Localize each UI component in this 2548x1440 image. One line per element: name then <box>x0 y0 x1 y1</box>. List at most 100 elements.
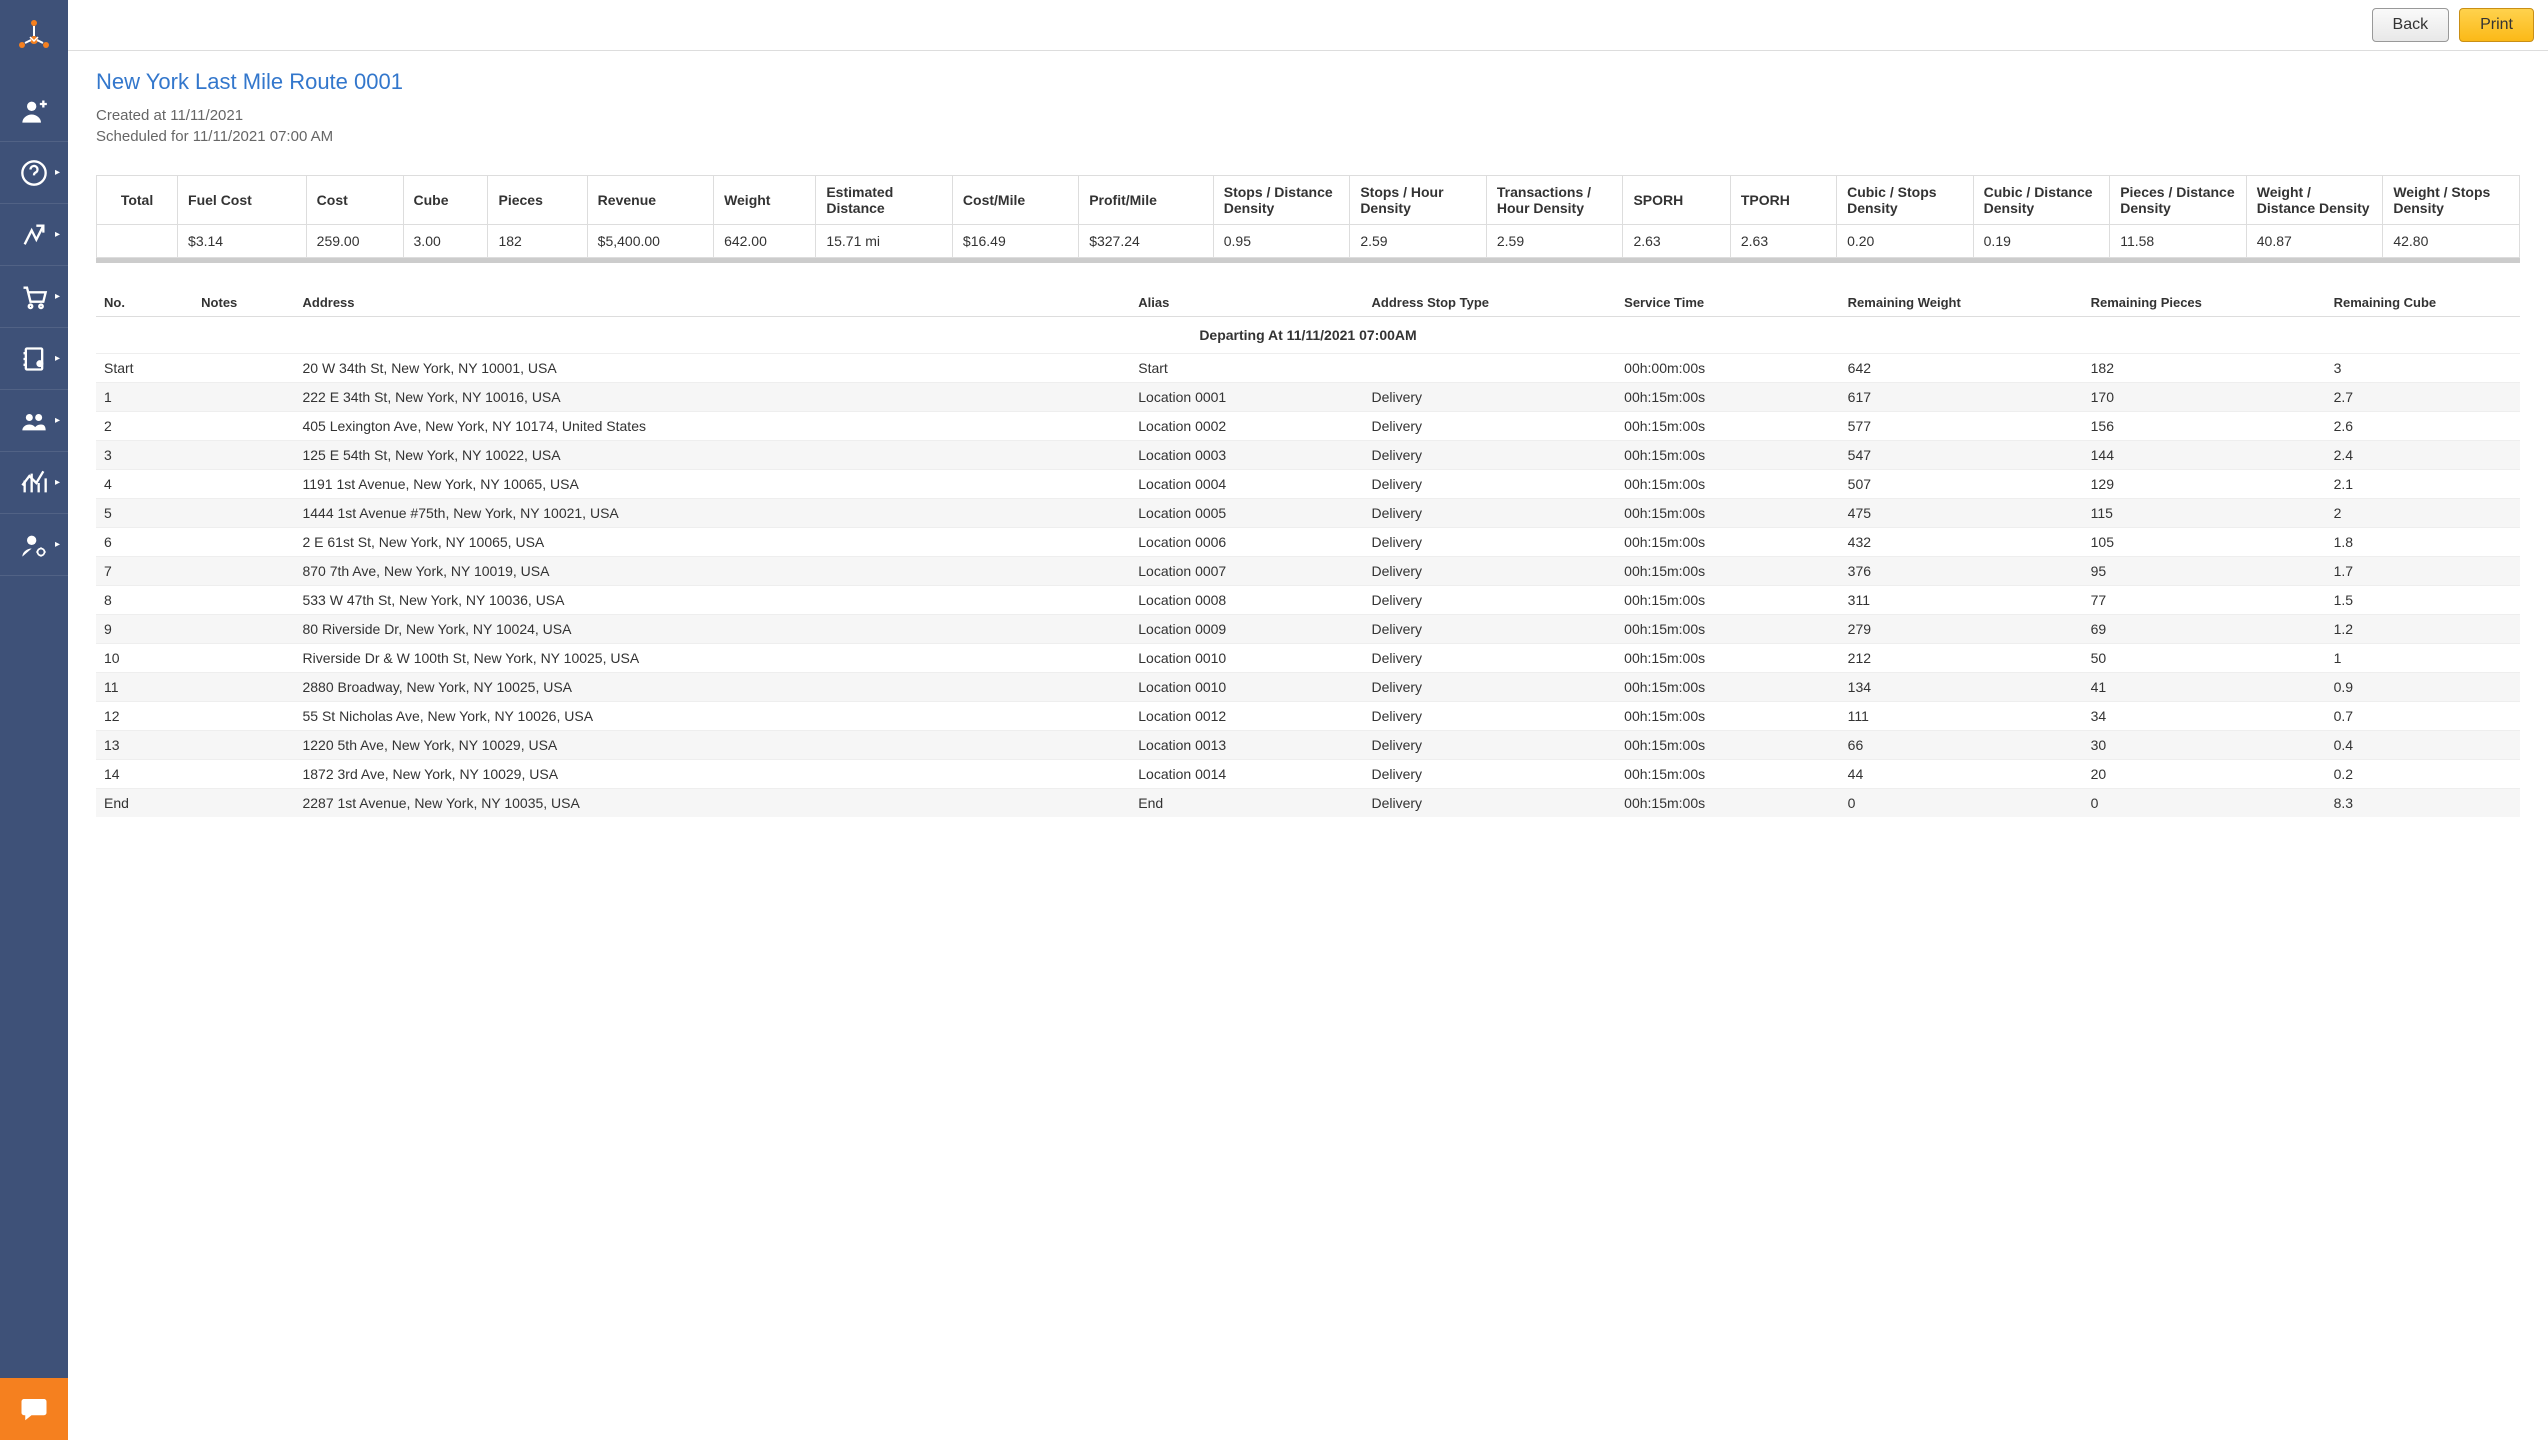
sidebar-item-addressbook[interactable]: ▸ <box>0 328 68 390</box>
table-cell: 279 <box>1840 615 2083 644</box>
table-cell: Riverside Dr & W 100th St, New York, NY … <box>294 644 1130 673</box>
sidebar-item-analytics[interactable]: ▸ <box>0 452 68 514</box>
summary-value: $5,400.00 <box>587 225 713 258</box>
add-user-icon <box>20 97 48 125</box>
table-cell: 0.7 <box>2326 702 2520 731</box>
stops-header: Service Time <box>1616 289 1840 317</box>
chevron-right-icon: ▸ <box>55 415 60 426</box>
table-cell: 00h:15m:00s <box>1616 789 1840 818</box>
app-logo <box>14 10 54 60</box>
summary-header: Stops / Distance Density <box>1213 176 1350 225</box>
summary-header: Revenue <box>587 176 713 225</box>
summary-value: $327.24 <box>1079 225 1214 258</box>
table-row[interactable]: 1222 E 34th St, New York, NY 10016, USAL… <box>96 383 2520 412</box>
table-cell: 30 <box>2083 731 2326 760</box>
table-cell: 182 <box>2083 354 2326 383</box>
table-row[interactable]: 8533 W 47th St, New York, NY 10036, USAL… <box>96 586 2520 615</box>
table-cell: 5 <box>96 499 193 528</box>
sidebar-item-routes[interactable]: ▸ <box>0 204 68 266</box>
table-cell <box>1363 354 1616 383</box>
table-cell <box>193 644 294 673</box>
sidebar-item-help[interactable]: ▸ <box>0 142 68 204</box>
table-cell: 12 <box>96 702 193 731</box>
chevron-right-icon: ▸ <box>55 291 60 302</box>
table-row[interactable]: 1255 St Nicholas Ave, New York, NY 10026… <box>96 702 2520 731</box>
table-cell: Delivery <box>1363 528 1616 557</box>
chevron-right-icon: ▸ <box>55 167 60 178</box>
table-cell: 577 <box>1840 412 2083 441</box>
table-cell: 0 <box>1840 789 2083 818</box>
table-row[interactable]: End2287 1st Avenue, New York, NY 10035, … <box>96 789 2520 818</box>
table-cell: 0.4 <box>2326 731 2520 760</box>
table-row[interactable]: 980 Riverside Dr, New York, NY 10024, US… <box>96 615 2520 644</box>
sidebar-item-orders[interactable]: ▸ <box>0 266 68 328</box>
table-cell: 00h:15m:00s <box>1616 441 1840 470</box>
table-cell <box>193 412 294 441</box>
table-row[interactable]: 10Riverside Dr & W 100th St, New York, N… <box>96 644 2520 673</box>
chat-icon <box>19 1394 49 1424</box>
table-cell <box>193 528 294 557</box>
table-cell <box>193 615 294 644</box>
table-cell: 00h:15m:00s <box>1616 586 1840 615</box>
table-cell: 00h:15m:00s <box>1616 528 1840 557</box>
table-cell <box>193 586 294 615</box>
table-cell: 617 <box>1840 383 2083 412</box>
summary-table-wrapper[interactable]: TotalFuel CostCostCubePiecesRevenueWeigh… <box>96 175 2520 263</box>
table-cell: Start <box>1130 354 1363 383</box>
table-row[interactable]: 2405 Lexington Ave, New York, NY 10174, … <box>96 412 2520 441</box>
sidebar-item-team[interactable]: ▸ <box>0 390 68 452</box>
user-settings-icon <box>20 531 48 559</box>
table-cell: 9 <box>96 615 193 644</box>
summary-header: Weight <box>714 176 816 225</box>
table-cell: Location 0005 <box>1130 499 1363 528</box>
table-cell: 2 <box>2326 499 2520 528</box>
sidebar-item-settings[interactable]: ▸ <box>0 514 68 576</box>
table-row[interactable]: Start20 W 34th St, New York, NY 10001, U… <box>96 354 2520 383</box>
table-cell: 11 <box>96 673 193 702</box>
table-cell: 1.8 <box>2326 528 2520 557</box>
table-cell: Location 0009 <box>1130 615 1363 644</box>
stops-header: Notes <box>193 289 294 317</box>
summary-value: $3.14 <box>178 225 307 258</box>
table-row[interactable]: 112880 Broadway, New York, NY 10025, USA… <box>96 673 2520 702</box>
sidebar-item-add-user[interactable] <box>0 80 68 142</box>
summary-header: Cost <box>306 176 403 225</box>
table-cell: 77 <box>2083 586 2326 615</box>
table-row[interactable]: 131220 5th Ave, New York, NY 10029, USAL… <box>96 731 2520 760</box>
table-row[interactable]: 141872 3rd Ave, New York, NY 10029, USAL… <box>96 760 2520 789</box>
stops-header: Address <box>294 289 1130 317</box>
table-cell: 533 W 47th St, New York, NY 10036, USA <box>294 586 1130 615</box>
summary-header: Estimated Distance <box>816 176 953 225</box>
table-cell: 105 <box>2083 528 2326 557</box>
table-cell: Location 0002 <box>1130 412 1363 441</box>
summary-header: SPORH <box>1623 176 1730 225</box>
table-cell: 20 <box>2083 760 2326 789</box>
print-button[interactable]: Print <box>2459 8 2534 42</box>
table-cell <box>193 499 294 528</box>
table-cell: 00h:15m:00s <box>1616 673 1840 702</box>
table-row[interactable]: 3125 E 54th St, New York, NY 10022, USAL… <box>96 441 2520 470</box>
content-area: New York Last Mile Route 0001 Created at… <box>68 51 2548 1440</box>
table-row[interactable]: 7870 7th Ave, New York, NY 10019, USALoc… <box>96 557 2520 586</box>
table-cell: 1 <box>96 383 193 412</box>
stops-table-wrapper: No.NotesAddressAliasAddress Stop TypeSer… <box>96 289 2520 817</box>
table-cell: 13 <box>96 731 193 760</box>
back-button[interactable]: Back <box>2372 8 2450 42</box>
summary-header: TPORH <box>1730 176 1836 225</box>
summary-value: 15.71 mi <box>816 225 953 258</box>
table-cell: 475 <box>1840 499 2083 528</box>
cart-icon <box>20 283 48 311</box>
chevron-right-icon: ▸ <box>55 539 60 550</box>
table-cell: 547 <box>1840 441 2083 470</box>
table-cell: 44 <box>1840 760 2083 789</box>
table-cell: Location 0004 <box>1130 470 1363 499</box>
table-row[interactable]: 62 E 61st St, New York, NY 10065, USALoc… <box>96 528 2520 557</box>
summary-header: Cubic / Stops Density <box>1837 176 1974 225</box>
chat-button[interactable] <box>0 1378 68 1440</box>
table-cell: Delivery <box>1363 557 1616 586</box>
summary-header: Pieces <box>488 176 587 225</box>
table-row[interactable]: 41191 1st Avenue, New York, NY 10065, US… <box>96 470 2520 499</box>
table-row[interactable]: 51444 1st Avenue #75th, New York, NY 100… <box>96 499 2520 528</box>
analytics-icon <box>20 469 48 497</box>
table-cell: Location 0010 <box>1130 644 1363 673</box>
